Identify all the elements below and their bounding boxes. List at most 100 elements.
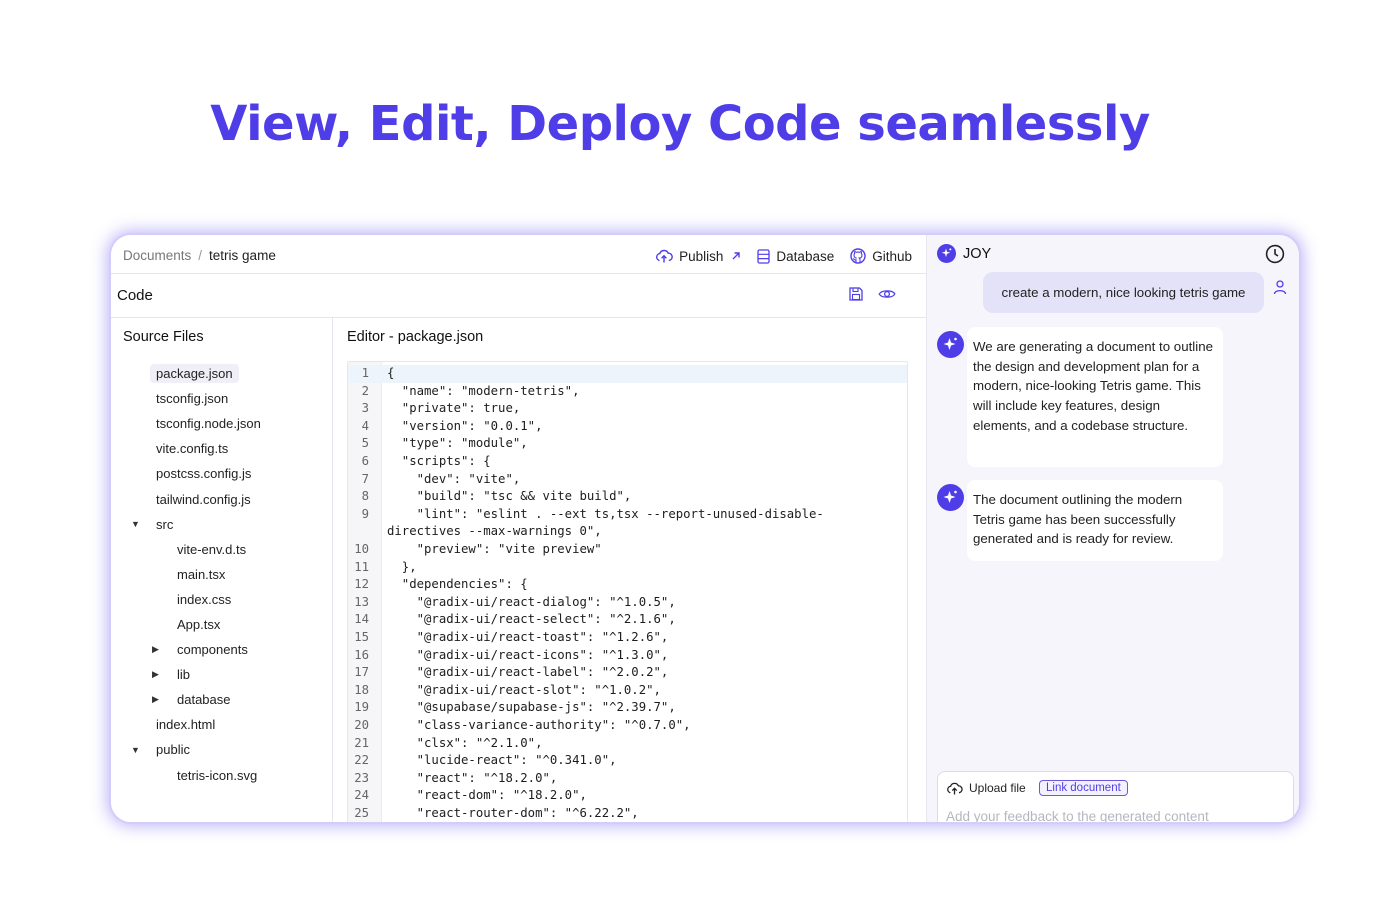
file-tree-file[interactable]: index.html <box>111 712 333 737</box>
file-tree: package.json tsconfig.json tsconfig.node.j… <box>111 361 333 788</box>
file-tree-file[interactable]: vite.config.ts <box>111 436 333 461</box>
file-tree-label: tsconfig.json <box>156 391 229 407</box>
file-tree-file[interactable]: App.tsx <box>111 612 333 637</box>
code-text: "@radix-ui/react-dialog": "^1.0.5", <box>387 594 676 609</box>
github-icon <box>850 248 866 264</box>
line-number: 11 <box>354 559 369 574</box>
code-text: "preview": "vite preview" <box>387 542 602 556</box>
code-line: 21 "clsx": "^2.1.0", <box>348 735 907 753</box>
feedback-input[interactable]: Add your feedback to the generated conte… <box>946 809 1209 822</box>
line-number: 12 <box>354 577 369 592</box>
user-avatar-icon <box>1272 279 1288 300</box>
file-tree-label: tailwind.config.js <box>156 491 251 507</box>
line-number: 4 <box>361 418 369 433</box>
code-line: directives --max-warnings 0", <box>348 523 907 541</box>
file-tree-file[interactable]: tetris-icon.svg <box>111 763 333 788</box>
line-number: 10 <box>354 542 369 556</box>
code-line: 5 "type": "module", <box>348 435 907 453</box>
file-tree-label: components <box>177 642 248 658</box>
caret-down-icon[interactable]: ▼ <box>131 745 140 755</box>
cloud-upload-icon <box>656 249 673 263</box>
code-text: "clsx": "^2.1.0", <box>387 735 543 750</box>
code-text: "@radix-ui/react-icons": "^1.3.0", <box>387 647 669 662</box>
code-text: "@radix-ui/react-label": "^2.0.2", <box>387 665 669 680</box>
line-number: 18 <box>354 682 369 697</box>
file-tree-file[interactable]: tsconfig.json <box>111 386 333 411</box>
file-tree-label: tsconfig.node.json <box>156 416 261 432</box>
database-button[interactable]: Database <box>757 249 834 264</box>
code-text: "react-dom": "^18.2.0", <box>387 788 587 803</box>
caret-right-icon[interactable]: ▶ <box>152 694 159 705</box>
cloud-upload-icon <box>947 782 963 795</box>
breadcrumb-documents[interactable]: Documents <box>123 248 191 263</box>
upload-file-label: Upload file <box>969 781 1026 795</box>
breadcrumb-separator: / <box>198 248 203 263</box>
database-icon <box>757 248 771 264</box>
clock-icon[interactable] <box>1265 244 1285 269</box>
eye-icon[interactable] <box>878 286 896 307</box>
file-tree-file[interactable]: index.css <box>111 587 333 612</box>
save-icon[interactable] <box>848 286 864 307</box>
caret-right-icon[interactable]: ▶ <box>152 669 159 680</box>
caret-right-icon[interactable]: ▶ <box>152 644 159 655</box>
line-number: 17 <box>354 665 369 680</box>
line-number: 7 <box>361 471 369 486</box>
code-editor[interactable]: 1{2 "name": "modern-tetris", 3 "private":… <box>347 361 908 822</box>
github-label: Github <box>872 248 912 264</box>
code-line: 12 "dependencies": { <box>348 576 907 594</box>
file-tree-file[interactable]: tailwind.config.js <box>111 486 333 511</box>
file-tree-folder[interactable]: ▶ lib <box>111 662 333 687</box>
code-text: "build": "tsc && vite build", <box>387 489 632 504</box>
file-tree-label: main.tsx <box>177 566 226 582</box>
toolbar-actions: Publish Database Github <box>639 248 912 264</box>
line-number: 2 <box>361 383 369 398</box>
code-line: 16 "@radix-ui/react-icons": "^1.3.0", <box>348 647 907 665</box>
code-line: 18 "@radix-ui/react-slot": "^1.0.2", <box>348 682 907 700</box>
code-line: 14 "@radix-ui/react-select": "^2.1.6", <box>348 611 907 629</box>
file-tree-folder[interactable]: ▼ public <box>111 737 333 762</box>
source-files-title: Source Files <box>123 329 204 345</box>
code-text: "scripts": { <box>387 454 491 468</box>
link-document-button[interactable]: Link document <box>1039 780 1128 796</box>
line-number: 9 <box>361 506 369 521</box>
code-text: "react": "^18.2.0", <box>387 770 558 785</box>
assistant-message: The document outlining the modern Tetris… <box>967 480 1223 561</box>
file-tree-file[interactable]: vite-env.d.ts <box>111 537 333 562</box>
code-line: 1{ <box>348 365 907 383</box>
code-line: 9 "lint": "eslint . --ext ts,tsx --repor… <box>348 506 907 524</box>
publish-button[interactable]: Publish <box>655 249 741 264</box>
code-text: "version": "0.0.1", <box>387 418 543 433</box>
code-text: "class-variance-authority": "^0.7.0", <box>387 718 691 732</box>
code-line: 24 "react-dom": "^18.2.0", <box>348 787 907 805</box>
code-text: "lint": "eslint . --ext ts,tsx --report-… <box>387 506 824 521</box>
file-tree-folder[interactable]: ▼ src <box>111 512 333 537</box>
code-section-title: Code <box>117 287 153 304</box>
code-line: 15 "@radix-ui/react-toast": "^1.2.6", <box>348 629 907 647</box>
file-tree-folder[interactable]: ▶ components <box>111 637 333 662</box>
line-number: 6 <box>361 454 369 468</box>
code-text: "@radix-ui/react-slot": "^1.0.2", <box>387 682 661 697</box>
file-tree-file[interactable]: package.json <box>111 361 333 386</box>
line-number: 23 <box>354 770 369 785</box>
file-tree-label: index.css <box>177 591 232 607</box>
code-line: 13 "@radix-ui/react-dialog": "^1.0.5", <box>348 594 907 612</box>
top-bar: Documents / tetris game Publish Database… <box>111 235 926 274</box>
breadcrumb: Documents / tetris game <box>123 248 276 263</box>
code-line: 23 "react": "^18.2.0", <box>348 770 907 788</box>
file-tree-folder[interactable]: ▶ database <box>111 687 333 712</box>
file-tree-label: lib <box>177 667 191 683</box>
editor-panel: Editor - package.json 1{2 "name": "moder… <box>333 318 926 822</box>
file-tree-file[interactable]: tsconfig.node.json <box>111 411 333 436</box>
github-button[interactable]: Github <box>850 248 912 264</box>
file-tree-label: database <box>177 692 231 708</box>
file-tree-file[interactable]: main.tsx <box>111 562 333 587</box>
code-text: "@supabase/supabase-js": "^2.39.7", <box>387 700 676 715</box>
caret-down-icon[interactable]: ▼ <box>131 519 140 529</box>
line-number: 20 <box>354 718 369 732</box>
code-text: "@radix-ui/react-select": "^2.1.6", <box>387 612 676 627</box>
upload-file-button[interactable]: Upload file <box>946 781 1026 795</box>
chat-header: JOY <box>937 244 991 263</box>
code-text: { <box>387 366 395 380</box>
file-tree-file[interactable]: postcss.config.js <box>111 461 333 486</box>
line-number: 24 <box>354 788 369 803</box>
